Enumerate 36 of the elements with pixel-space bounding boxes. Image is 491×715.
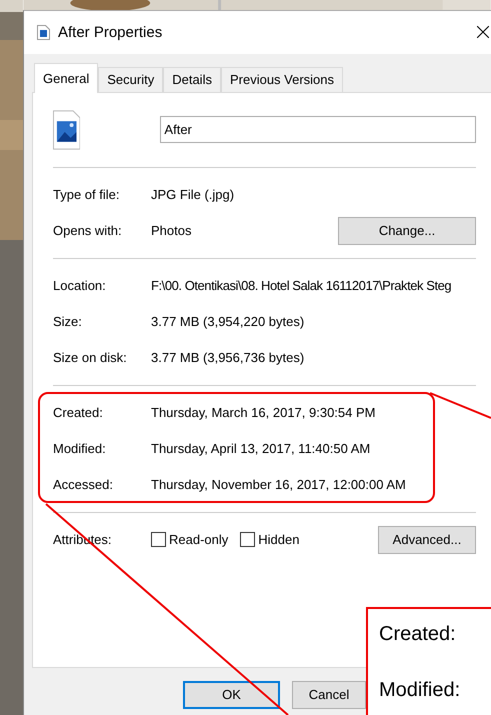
ok-button[interactable]: OK <box>183 680 280 709</box>
field-value: 3.77 MB (3,956,736 bytes) <box>151 350 306 366</box>
checkbox[interactable] <box>240 532 256 548</box>
tab[interactable]: Previous Versions <box>220 66 344 92</box>
field-value: Thursday, April 13, 2017, 11:40:50 AM <box>151 441 372 456</box>
field-value: Thursday, November 16, 2017, 12:00:00 AM <box>151 477 407 492</box>
window-title: After Properties <box>58 24 164 41</box>
close-icon[interactable] <box>477 26 489 38</box>
field-label: Size on disk: <box>53 350 128 366</box>
leader-line <box>430 392 491 419</box>
tab[interactable]: Security <box>98 66 164 92</box>
advanced-button[interactable]: Advanced... <box>378 526 476 554</box>
tab[interactable]: Details <box>163 66 221 92</box>
field-value: F:\00. Otentikasi\08. Hotel Salak 16112017\Praktek Steg <box>151 278 452 294</box>
field-value: 3.77 MB (3,954,220 bytes) <box>151 314 306 330</box>
field-label: Accessed: <box>53 477 114 492</box>
image-file-icon <box>37 24 50 40</box>
image-file-icon <box>53 110 80 150</box>
field-label: Created: <box>53 405 104 420</box>
checkbox-label: Read-only <box>169 532 228 548</box>
checkbox[interactable] <box>151 532 166 548</box>
field-value: Photos <box>151 223 192 238</box>
field-label: Type of file: <box>53 187 120 202</box>
field-value: JPG File (.jpg) <box>151 187 236 202</box>
cancel-button[interactable]: Cancel <box>292 680 366 709</box>
checkbox-label: Hidden <box>258 532 300 548</box>
field-label: Modified: <box>53 441 107 456</box>
tab[interactable]: General <box>34 62 98 93</box>
field-value: Thursday, March 16, 2017, 9:30:54 PM <box>151 405 376 420</box>
field-label: Opens with: <box>53 223 123 238</box>
field-label: Size: <box>53 314 83 330</box>
change-button[interactable]: Change... <box>338 216 476 245</box>
field-label: Location: <box>53 278 107 294</box>
name-field[interactable]: After <box>160 116 476 144</box>
callout-label: Modified: <box>379 679 462 702</box>
callout-label: Created: <box>379 623 457 646</box>
